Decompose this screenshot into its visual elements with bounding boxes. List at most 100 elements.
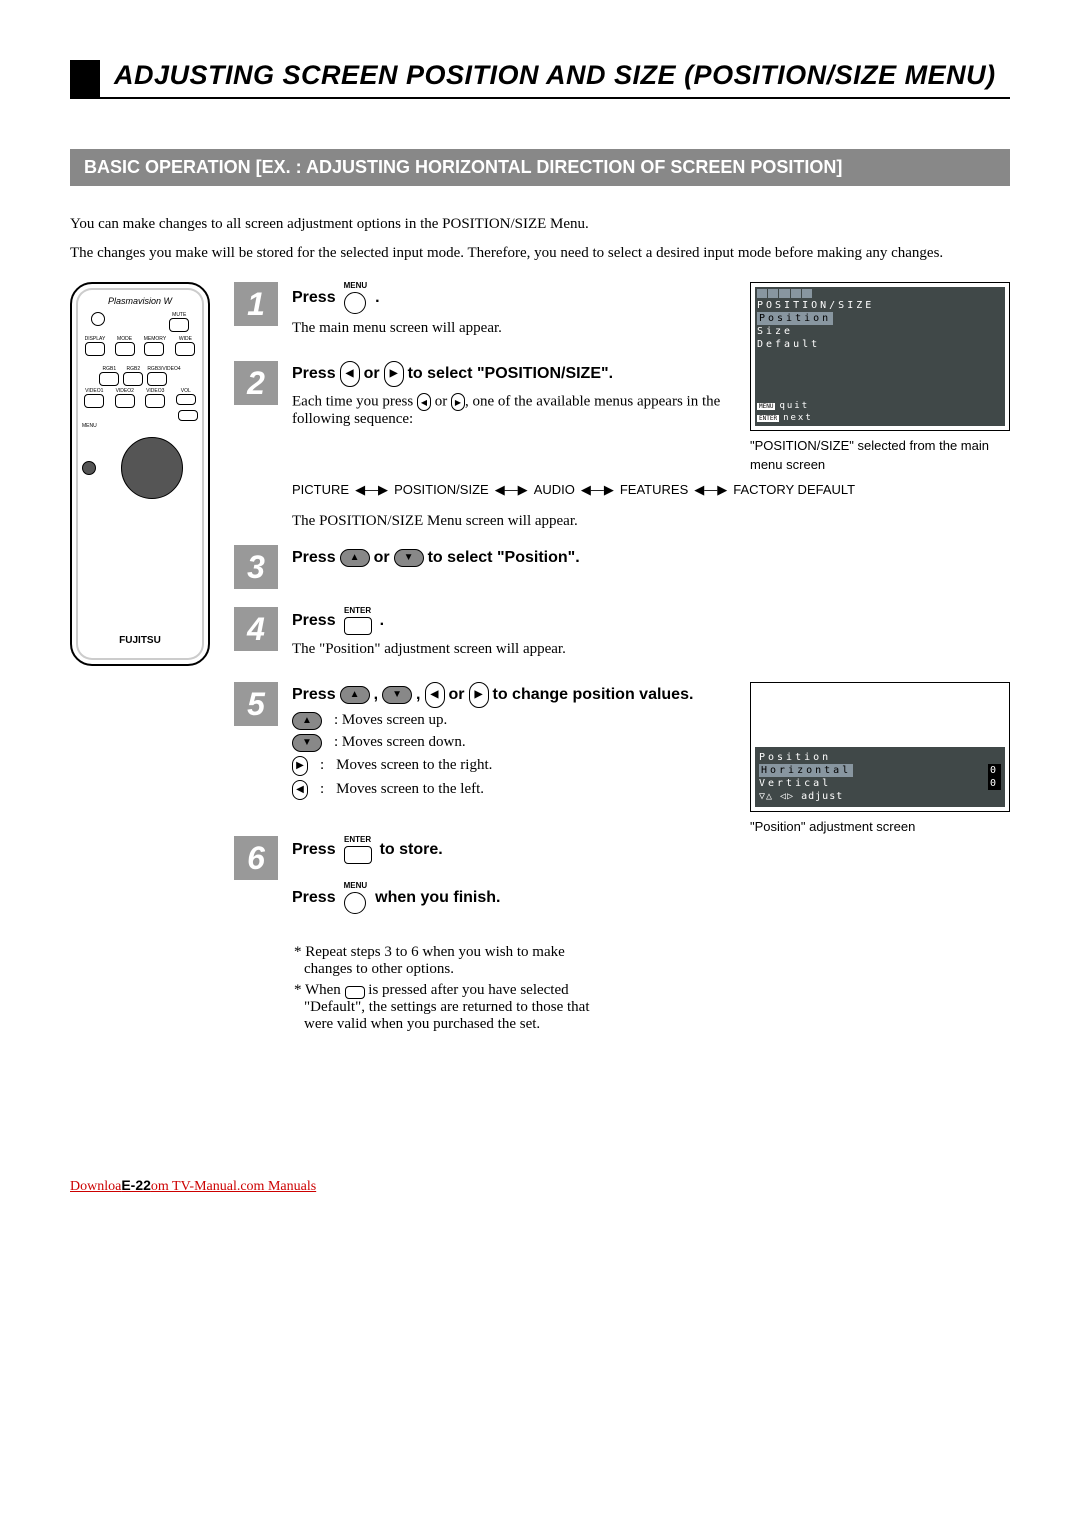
dir-right-text: Moves screen to the right. [336,757,492,774]
step-4-dot: . [380,608,384,634]
remote-video2-label: VIDEO2 [115,388,135,394]
dir-down-text: : Moves screen down. [334,734,466,751]
seq-audio: AUDIO [534,482,575,497]
right-button-icon: ▶ [469,682,489,708]
page-footer: DownloaE-22om TV-Manual.com Manuals [70,1177,1010,1195]
remote-mode-button [115,342,135,356]
menu-caption: MENU [344,282,368,290]
down-button-icon: ▼ [394,549,424,567]
step-1-press: Press [292,285,336,311]
dir-left-text: Moves screen to the left. [336,781,484,798]
remote-video1-button [84,394,104,408]
remote-power-button [91,312,105,326]
osd1-box: POSITION/SIZE Position Size Default MENU… [750,282,1010,431]
left-button-icon: ◀ [292,780,308,800]
remote-display-button [85,342,105,356]
note-2: * When is pressed after you have selecte… [292,982,612,1033]
right-button-icon: ▶ [292,756,308,776]
remote-rgb3-label: RGB3/VIDEO4 [147,366,180,372]
arrow-icon: ◀—▶ [694,482,727,498]
enter-caption: ENTER [344,607,371,615]
step-1-number: 1 [234,282,278,326]
remote-rgb2-button [123,372,143,386]
remote-rgb3-button [147,372,167,386]
seq-factory-default: FACTORY DEFAULT [733,482,855,497]
step-6-tail2: when you finish. [375,885,500,911]
up-button-icon: ▲ [340,549,370,567]
step-5-tail: to change position values. [493,682,694,708]
osd2-column: Position Horizontal0 Vertical0 ▽△ ◁▷ adj… [750,682,1010,836]
step-6-number: 6 [234,836,278,880]
step-6: 6 Press ENTER to store. Press MENU [234,836,1010,914]
seq-picture: PICTURE [292,482,349,497]
step-1: 1 Press MENU . The main menu screen will [234,282,730,343]
step-5-or: or [449,682,465,708]
osd1-next: next [783,413,813,423]
step-6-tail1: to store. [380,837,443,863]
intro-p2: The changes you make will be stored for … [70,245,1010,262]
step-5-press: Press [292,682,336,708]
step-2-press: Press [292,361,336,387]
menu-sequence: PICTURE ◀—▶ POSITION/SIZE ◀—▶ AUDIO ◀—▶ … [292,482,1010,498]
remote-brand-label: Plasmavision W [72,296,208,306]
page-title-bar: ADJUSTING SCREEN POSITION AND SIZE (POSI… [70,60,1010,99]
down-button-icon: ▼ [382,686,412,704]
step-2-tail: to select "POSITION/SIZE". [408,361,613,387]
osd2-box: Position Horizontal0 Vertical0 ▽△ ◁▷ adj… [750,682,1010,812]
remote-mute-button [169,318,189,332]
remote-dpad [121,437,183,499]
step-1-dot: . [375,285,379,311]
step-3-or: or [374,545,390,571]
section-heading: BASIC OPERATION [EX. : ADJUSTING HORIZON… [70,149,1010,186]
intro-p1: You can make changes to all screen adjus… [70,216,1010,233]
step-3: 3 Press ▲ or ▼ to select "Position". [234,545,1010,589]
arrow-icon: ◀—▶ [355,482,388,498]
remote-rgb2-label: RGB2 [123,366,143,372]
enter-button-small-icon [345,986,365,999]
left-button-icon: ◀ [340,361,360,387]
osd1-column: POSITION/SIZE Position Size Default MENU… [750,282,1010,474]
step-1-text: The main menu screen will appear. [292,320,730,337]
remote-display-label: DISPLAY [85,336,106,342]
osd2-adjust-hint: ▽△ ◁▷ adjust [759,790,1001,803]
intro-text: You can make changes to all screen adjus… [70,216,1010,262]
dir-up-text: : Moves screen up. [334,712,447,729]
step-2: 2 Press ◀ or ▶ to select "POSITION/SIZE"… [234,361,730,434]
step-2-number: 2 [234,361,278,405]
remote-rgb1-button [99,372,119,386]
step-6-press1: Press [292,837,336,863]
enter-caption: ENTER [344,836,371,844]
step-5-number: 5 [234,682,278,726]
osd1-menu-pill: MENU [757,403,775,410]
steps-column: 1 Press MENU . The main menu screen will [234,282,1010,1037]
up-button-icon: ▲ [292,712,322,730]
page-title: ADJUSTING SCREEN POSITION AND SIZE (POSI… [100,60,1010,99]
direction-list: ▲ : Moves screen up. ▼ : Moves screen down… [292,712,730,800]
remote-video3-label: VIDEO3 [145,388,165,394]
left-button-small-icon: ◀ [417,393,431,411]
osd2-horizontal: Horizontal [759,764,853,777]
osd2-vertical-value: 0 [988,777,1001,790]
arrow-icon: ◀—▶ [581,482,614,498]
seq-features: FEATURES [620,482,688,497]
right-button-small-icon: ▶ [451,393,465,411]
right-button-icon: ▶ [384,361,404,387]
note-1: * Repeat steps 3 to 6 when you wish to m… [292,944,612,978]
seq-position-size: POSITION/SIZE [394,482,489,497]
download-link[interactable]: DownloaE-22om TV-Manual.com Manuals [70,1179,316,1194]
page-number: E-22 [121,1177,151,1193]
left-button-icon: ◀ [425,682,445,708]
remote-illustration-column: Plasmavision W MUTE DISPLAY MODE MEMORY [70,282,210,1037]
comma: , [374,682,378,708]
remote-voldown-button [178,410,198,421]
comma: , [416,682,420,708]
remote-memory-label: MEMORY [144,336,166,342]
remote-wide-label: WIDE [175,336,195,342]
remote-memory-button [144,342,164,356]
step-4: 4 Press ENTER . The "Position" adjustmen… [234,607,1010,664]
step-3-number: 3 [234,545,278,589]
osd1-quit: quit [779,401,809,411]
down-button-icon: ▼ [292,734,322,752]
menu-button-icon: MENU [344,282,368,314]
up-button-icon: ▲ [340,686,370,704]
